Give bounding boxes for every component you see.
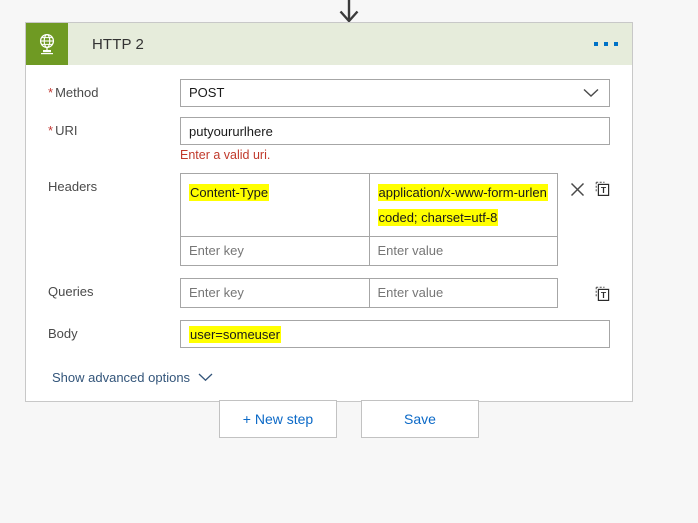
ellipsis-dot (594, 42, 598, 46)
svg-text:T: T (601, 290, 607, 300)
headers-value-cell-0[interactable]: application/x-www-form-urlencoded; chars… (368, 173, 558, 237)
card-title: HTTP 2 (92, 35, 145, 53)
ellipsis-icon[interactable] (594, 42, 618, 46)
method-value: POST (189, 85, 225, 100)
queries-value-placeholder-0: Enter value (377, 285, 444, 300)
headers-value-cell-1[interactable]: Enter value (368, 236, 558, 266)
queries-table: Enter key Enter value (180, 278, 558, 308)
ellipsis-dot (604, 42, 608, 46)
headers-field-wrap: Content-Type application/x-www-form-urle… (180, 173, 610, 266)
uri-field-wrap: putyoururlhere Enter a valid uri. (180, 117, 610, 163)
highlight-marker: application/x-www-form-urlencoded; chars… (377, 184, 548, 226)
queries-row-actions: T (558, 278, 610, 302)
close-x-icon[interactable] (570, 182, 585, 197)
body-input[interactable]: user=someuser (180, 320, 610, 348)
flow-connector (0, 0, 698, 22)
show-advanced-options-toggle[interactable]: Show advanced options (26, 358, 213, 401)
arrow-down-icon (339, 0, 359, 22)
highlight-marker: user=someuser (189, 326, 281, 343)
required-asterisk: * (48, 85, 54, 100)
queries-field-wrap: Enter key Enter value T (180, 278, 610, 308)
table-row: Content-Type application/x-www-form-urle… (180, 173, 558, 237)
queries-key-cell-0[interactable]: Enter key (180, 278, 370, 308)
save-button[interactable]: Save (361, 400, 479, 438)
headers-key-cell-1[interactable]: Enter key (180, 236, 370, 266)
show-advanced-options-label: Show advanced options (52, 370, 191, 385)
field-row-uri: * URI putyoururlhere Enter a valid uri. (48, 117, 610, 163)
field-row-body: Body user=someuser (48, 320, 610, 348)
field-row-method: * Method POST (48, 79, 610, 107)
body-field-wrap: user=someuser (180, 320, 610, 348)
headers-value-text-0: application/x-www-form-urlencoded; chars… (370, 174, 558, 236)
method-label: * Method (48, 85, 99, 100)
required-asterisk: * (48, 123, 54, 138)
chevron-down-icon (583, 88, 599, 98)
body-label: Body (48, 326, 78, 341)
card-header: HTTP 2 (26, 23, 632, 65)
dynamic-content-icon[interactable]: T (595, 286, 610, 302)
table-row: Enter key Enter value (180, 278, 558, 308)
ellipsis-dot (614, 42, 618, 46)
method-select[interactable]: POST (180, 79, 610, 107)
method-field-wrap: POST (180, 79, 610, 107)
queries-key-placeholder-0: Enter key (189, 285, 244, 300)
headers-table: Content-Type application/x-www-form-urle… (180, 173, 558, 266)
new-step-button[interactable]: + New step (219, 400, 337, 438)
headers-key-cell-0[interactable]: Content-Type (180, 173, 370, 237)
action-button-bar: + New step Save (0, 400, 698, 438)
table-row: Enter key Enter value (180, 236, 558, 266)
highlight-marker: Content-Type (189, 184, 270, 201)
http-action-card: HTTP 2 * Method POST * URI putyoururlher… (25, 22, 633, 402)
uri-value: putyoururlhere (189, 124, 273, 139)
headers-key-placeholder-1: Enter key (189, 243, 244, 258)
headers-key-text-0: Content-Type (181, 174, 369, 211)
svg-text:T: T (601, 185, 607, 195)
uri-error-message: Enter a valid uri. (180, 148, 271, 162)
headers-row-actions: T (558, 173, 610, 197)
card-body: * Method POST * URI putyoururlhere Enter… (26, 65, 632, 358)
dynamic-content-icon[interactable]: T (595, 181, 610, 197)
uri-input[interactable]: putyoururlhere (180, 117, 610, 145)
queries-value-cell-0[interactable]: Enter value (368, 278, 558, 308)
chevron-down-icon (198, 370, 213, 385)
headers-label: Headers (48, 179, 98, 194)
globe-network-icon (26, 23, 68, 65)
field-row-queries: Queries Enter key Enter value T (48, 278, 610, 308)
field-row-headers: Headers Content-Type application/x-www-f… (48, 173, 610, 266)
headers-value-placeholder-1: Enter value (377, 243, 444, 258)
uri-label: * URI (48, 123, 78, 138)
queries-label: Queries (48, 284, 94, 299)
